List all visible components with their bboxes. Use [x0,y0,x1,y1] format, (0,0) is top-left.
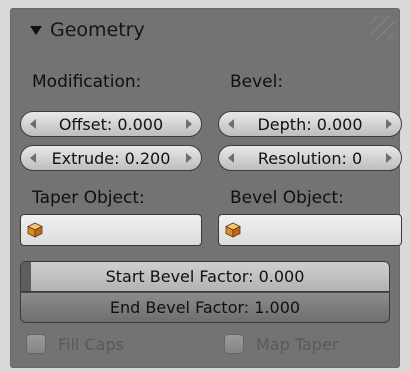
offset-value: Offset: 0.000 [58,114,164,134]
decrement-arrow-icon[interactable] [30,153,36,163]
start-bevel-factor-value: Start Bevel Factor: 0.000 [105,267,305,286]
increment-arrow-icon[interactable] [386,153,392,163]
map-taper-label: Map Taper [256,334,339,354]
cube-icon [225,222,241,238]
increment-arrow-icon[interactable] [186,119,192,129]
decrement-arrow-icon[interactable] [228,119,234,129]
map-taper-box[interactable] [224,334,244,354]
bevel-object-label: Bevel Object: [230,188,344,208]
extrude-value: Extrude: 0.200 [51,148,171,168]
geometry-panel: Geometry Modification: Bevel: Offset: 0.… [10,8,402,368]
taper-object-label: Taper Object: [32,188,145,208]
cube-icon [27,222,43,238]
resolution-value: Resolution: 0 [257,148,363,168]
start-bevel-factor-fill [21,262,31,291]
decrement-arrow-icon[interactable] [30,119,36,129]
fill-caps-label: Fill Caps [58,334,124,354]
bevel-label: Bevel: [230,72,284,92]
collapse-triangle-icon[interactable] [30,25,42,35]
modification-label: Modification: [32,72,142,92]
start-bevel-factor-slider[interactable]: Start Bevel Factor: 0.000 [20,261,390,292]
bevel-object-field[interactable] [218,214,402,246]
increment-arrow-icon[interactable] [386,119,392,129]
map-taper-checkbox[interactable]: Map Taper [224,334,338,354]
resolution-field[interactable]: Resolution: 0 [218,145,402,171]
depth-field[interactable]: Depth: 0.000 [218,111,402,137]
end-bevel-factor-slider[interactable]: End Bevel Factor: 1.000 [20,292,390,323]
fill-caps-box[interactable] [26,334,46,354]
panel-title: Geometry [50,19,145,41]
panel-header[interactable]: Geometry [10,8,400,52]
decrement-arrow-icon[interactable] [228,153,234,163]
increment-arrow-icon[interactable] [186,153,192,163]
fill-caps-checkbox[interactable]: Fill Caps [26,334,124,354]
drag-grip-icon[interactable] [370,16,394,40]
offset-field[interactable]: Offset: 0.000 [20,111,202,137]
end-bevel-factor-value: End Bevel Factor: 1.000 [109,298,301,317]
depth-value: Depth: 0.000 [257,114,363,134]
taper-object-field[interactable] [20,214,202,246]
extrude-field[interactable]: Extrude: 0.200 [20,145,202,171]
